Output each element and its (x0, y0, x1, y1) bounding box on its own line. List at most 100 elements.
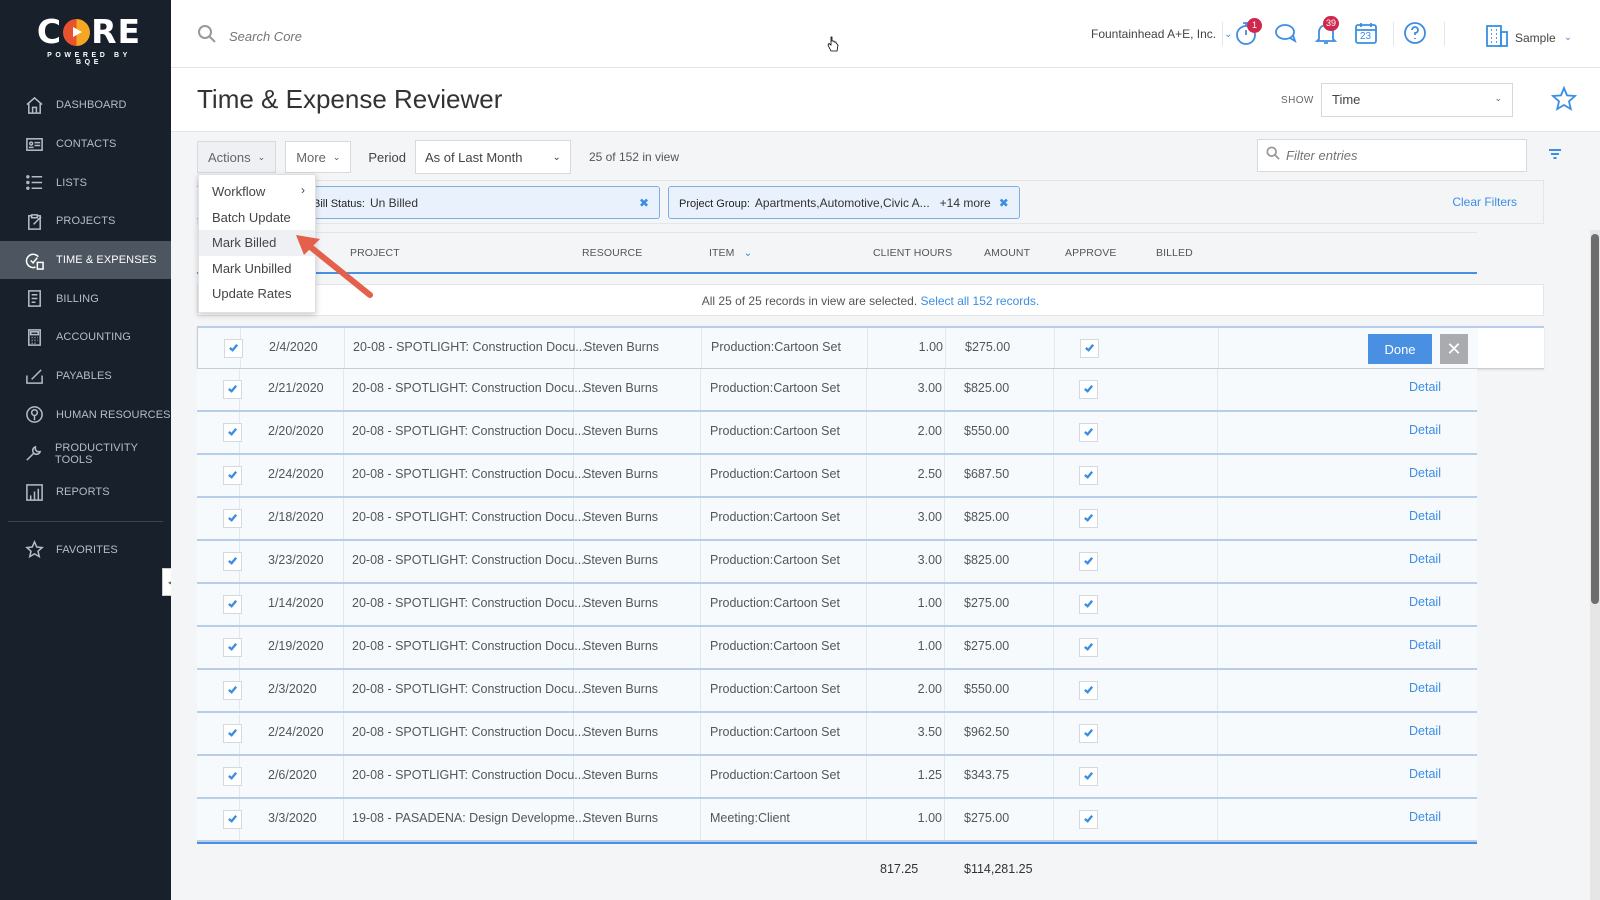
messages-button[interactable] (1273, 20, 1301, 48)
add-favorite-button[interactable] (1550, 85, 1578, 112)
row-select-checkbox[interactable] (223, 509, 242, 528)
column-header-client-hours[interactable]: CLIENT HOURS (873, 247, 952, 259)
column-header-billed[interactable]: BILLED (1156, 247, 1193, 259)
column-header-project[interactable]: PROJECT (350, 247, 400, 259)
detail-link[interactable]: Detail (1409, 638, 1441, 652)
approve-checkbox[interactable] (1079, 509, 1098, 528)
row-select-checkbox[interactable] (223, 466, 242, 485)
sidebar-item-reports[interactable]: REPORTS (0, 473, 171, 512)
filter-chip-more[interactable]: +14 more (940, 196, 991, 210)
more-button[interactable]: More ⌄ (285, 141, 352, 173)
sidebar-item-lists[interactable]: LISTS (0, 163, 171, 202)
table-row[interactable]: 2/20/2020 20-08 - SPOTLIGHT: Construction… (197, 412, 1477, 455)
detail-link[interactable]: Detail (1409, 466, 1441, 480)
cancel-edit-button[interactable]: ✕ (1440, 334, 1468, 364)
core-logo[interactable]: C RE POWERED BY BQE (34, 14, 144, 67)
sidebar-item-favorites[interactable]: FAVORITES (0, 531, 171, 570)
detail-link[interactable]: Detail (1409, 810, 1441, 824)
sidebar-item-payables[interactable]: PAYABLES (0, 357, 171, 396)
approve-checkbox[interactable] (1079, 595, 1098, 614)
menu-item-batch-update[interactable]: Batch Update (199, 205, 315, 231)
row-select-checkbox[interactable] (223, 595, 242, 614)
table-row[interactable]: 2/24/2020 20-08 - SPOTLIGHT: Construction… (197, 713, 1477, 756)
table-row[interactable]: 3/3/2020 19-08 - PASADENA: Design Develop… (197, 799, 1477, 842)
approve-checkbox[interactable] (1080, 339, 1099, 358)
menu-item-update-rates[interactable]: Update Rates (199, 281, 315, 307)
global-search-input[interactable] (229, 29, 529, 44)
done-button[interactable]: Done (1368, 334, 1432, 364)
table-row[interactable]: 2/24/2020 20-08 - SPOTLIGHT: Construction… (197, 455, 1477, 498)
detail-link[interactable]: Detail (1409, 767, 1441, 781)
row-select-checkbox[interactable] (224, 339, 243, 358)
sidebar-item-productivity-tools[interactable]: PRODUCTIVITY TOOLS (0, 434, 171, 473)
approve-checkbox[interactable] (1079, 767, 1098, 786)
detail-link[interactable]: Detail (1409, 552, 1441, 566)
approve-checkbox[interactable] (1079, 552, 1098, 571)
sidebar-item-billing[interactable]: BILLING (0, 279, 171, 318)
sidebar-item-projects[interactable]: PROJECTS (0, 202, 171, 241)
detail-link[interactable]: Detail (1409, 509, 1441, 523)
clear-filters-link[interactable]: Clear Filters (1452, 195, 1517, 209)
sidebar-item-contacts[interactable]: CONTACTS (0, 125, 171, 164)
timer-button[interactable]: 1 (1233, 18, 1262, 48)
table-row[interactable]: 1/14/2020 20-08 - SPOTLIGHT: Construction… (197, 584, 1477, 627)
menu-item-mark-unbilled[interactable]: Mark Unbilled (199, 256, 315, 282)
remove-filter-icon[interactable]: ✖ (999, 196, 1009, 210)
detail-link[interactable]: Detail (1409, 423, 1441, 437)
filter-options-button[interactable] (1547, 146, 1563, 162)
company-selector[interactable]: Fountainhead A+E, Inc. ⌄ (1091, 27, 1232, 41)
row-select-checkbox[interactable] (223, 380, 242, 399)
approve-checkbox[interactable] (1079, 423, 1098, 442)
period-select[interactable]: As of Last Month ⌄ (414, 140, 571, 174)
actions-button[interactable]: Actions ⌄ (197, 141, 277, 173)
table-row[interactable]: 2/18/2020 20-08 - SPOTLIGHT: Construction… (197, 498, 1477, 541)
approve-checkbox[interactable] (1079, 810, 1098, 829)
row-select-checkbox[interactable] (223, 423, 242, 442)
menu-item-workflow[interactable]: Workflow › (199, 179, 315, 205)
approve-checkbox[interactable] (1079, 380, 1098, 399)
column-header-approve[interactable]: APPROVE (1065, 247, 1116, 259)
approve-checkbox[interactable] (1079, 638, 1098, 657)
column-header-resource[interactable]: RESOURCE (582, 247, 642, 259)
sidebar-item-time-expenses[interactable]: TIME & EXPENSES (0, 240, 171, 280)
menu-item-mark-billed[interactable]: Mark Billed (199, 230, 315, 256)
approve-checkbox[interactable] (1079, 681, 1098, 700)
row-select-checkbox[interactable] (223, 638, 242, 657)
approve-checkbox[interactable] (1079, 466, 1098, 485)
cell-project: 20-08 - SPOTLIGHT: Construction Docu... (352, 768, 585, 782)
table-row[interactable]: 2/3/2020 20-08 - SPOTLIGHT: Construction … (197, 670, 1477, 713)
table-row[interactable]: 2/6/2020 20-08 - SPOTLIGHT: Construction … (197, 756, 1477, 799)
help-button[interactable] (1402, 20, 1430, 48)
detail-link[interactable]: Detail (1409, 595, 1441, 609)
table-row[interactable]: 3/23/2020 20-08 - SPOTLIGHT: Construction… (197, 541, 1477, 584)
notifications-button[interactable]: 39 (1313, 16, 1341, 48)
user-menu[interactable]: Sample ⌄ (1485, 24, 1572, 51)
column-header-item[interactable]: ITEM ⌄ (709, 247, 752, 259)
sidebar-item-dashboard[interactable]: DASHBOARD (0, 86, 171, 125)
records-in-view: 25 of 152 in view (588, 150, 679, 164)
filter-entries-input[interactable] (1286, 148, 1516, 163)
row-select-checkbox[interactable] (223, 724, 242, 743)
row-select-checkbox[interactable] (223, 767, 242, 786)
select-all-records-link[interactable]: Select all 152 records. (921, 294, 1040, 308)
scrollbar-thumb[interactable] (1591, 234, 1599, 604)
table-row[interactable]: 2/4/2020 20-08 - SPOTLIGHT: Construction … (197, 326, 1544, 369)
row-select-checkbox[interactable] (223, 810, 242, 829)
detail-link[interactable]: Detail (1409, 681, 1441, 695)
page-scrollbar[interactable] (1590, 230, 1600, 900)
calendar-button[interactable]: 23 (1353, 20, 1381, 48)
sidebar-item-human-resources[interactable]: HUMAN RESOURCES (0, 396, 171, 435)
detail-link[interactable]: Detail (1409, 380, 1441, 394)
row-select-checkbox[interactable] (223, 681, 242, 700)
column-header-amount[interactable]: AMOUNT (984, 247, 1030, 259)
row-select-checkbox[interactable] (223, 552, 242, 571)
cell-date: 2/6/2020 (268, 768, 317, 782)
detail-link[interactable]: Detail (1409, 724, 1441, 738)
show-select[interactable]: Time ⌄ (1321, 83, 1513, 117)
table-row[interactable]: 2/21/2020 20-08 - SPOTLIGHT: Construction… (197, 369, 1477, 412)
actions-label: Actions (208, 149, 251, 165)
sidebar-item-accounting[interactable]: ACCOUNTING (0, 318, 171, 357)
approve-checkbox[interactable] (1079, 724, 1098, 743)
table-row[interactable]: 2/19/2020 20-08 - SPOTLIGHT: Construction… (197, 627, 1477, 670)
remove-filter-icon[interactable]: ✖ (639, 196, 649, 210)
